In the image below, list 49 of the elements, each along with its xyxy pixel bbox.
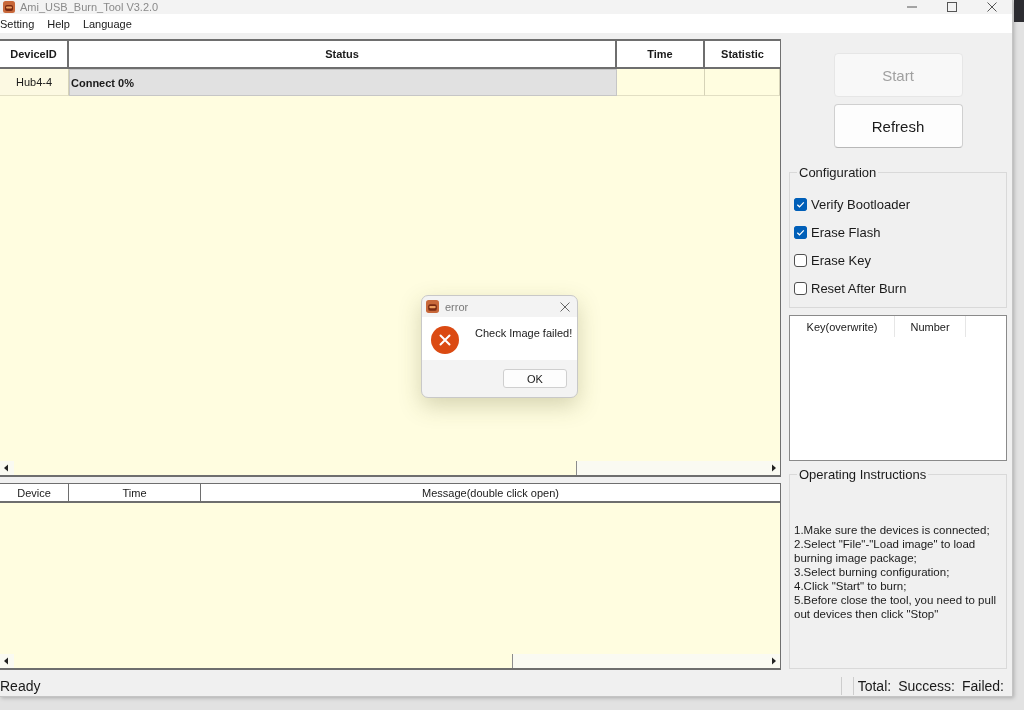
ok-button[interactable]: OK xyxy=(503,369,567,388)
table-cell: Hub4-4 xyxy=(0,69,69,96)
app-icon xyxy=(426,300,439,313)
checkbox[interactable] xyxy=(794,281,807,295)
horizontal-scrollbar[interactable] xyxy=(0,461,780,477)
column-header[interactable]: DeviceID xyxy=(0,39,69,69)
status-text: Ready xyxy=(0,677,41,694)
instruction-text: 4.Click "Start" to burn; xyxy=(794,579,908,593)
error-icon xyxy=(431,326,459,354)
column-header[interactable]: Status xyxy=(69,39,617,69)
column-header[interactable]: Message(double click open) xyxy=(201,483,780,503)
scrollbar-thumb[interactable] xyxy=(14,461,577,475)
instruction-text: 1.Make sure the devices is connected; xyxy=(794,523,991,537)
checkbox-label[interactable]: Reset After Burn xyxy=(811,280,907,296)
column-header[interactable]: Device xyxy=(0,483,69,503)
counter-label: Failed: xyxy=(961,677,1004,694)
counter-label: Total: xyxy=(857,677,892,694)
column-header[interactable]: Time xyxy=(69,483,201,503)
instruction-text: 5.Before close the tool, you need to pull out devices then click "Stop" xyxy=(794,593,998,621)
dialog-message: Check Image failed! xyxy=(475,327,573,339)
menu-item[interactable]: Language xyxy=(82,17,132,30)
column-header[interactable]: Key(overwrite) xyxy=(790,316,895,337)
scrollbar-thumb[interactable] xyxy=(14,654,513,668)
maximize-icon[interactable] xyxy=(947,2,957,12)
checkbox-label[interactable]: Erase Key xyxy=(811,252,871,268)
window-title: Ami_USB_Burn_Tool V3.2.0 xyxy=(20,0,159,14)
group-title: Configuration xyxy=(798,165,878,180)
checkbox[interactable] xyxy=(794,225,807,239)
column-header[interactable]: Statistic xyxy=(705,39,780,69)
dialog-title: error xyxy=(445,300,469,313)
action-button[interactable]: Refresh xyxy=(833,104,963,148)
column-header[interactable]: Number xyxy=(895,316,966,337)
checkbox[interactable] xyxy=(794,197,807,211)
column-header[interactable]: Time xyxy=(617,39,705,69)
group-title: Operating Instructions xyxy=(798,467,928,482)
close-icon[interactable] xyxy=(560,301,570,312)
instruction-text: 3.Select burning configuration; xyxy=(794,565,951,579)
menu-item[interactable]: Help xyxy=(47,17,70,30)
counter-label: Success: xyxy=(898,677,955,694)
horizontal-scrollbar[interactable] xyxy=(0,654,780,670)
menu-item[interactable]: Setting xyxy=(0,17,35,30)
checkbox[interactable] xyxy=(794,253,807,267)
background-window-edge xyxy=(1014,0,1024,22)
close-icon[interactable] xyxy=(987,2,997,12)
checkbox-label[interactable]: Erase Flash xyxy=(811,224,881,240)
checkbox-label[interactable]: Verify Bootloader xyxy=(811,196,910,212)
table-cell: Connect 0% xyxy=(69,69,617,96)
app-icon xyxy=(3,1,15,13)
instruction-text: 2.Select "File"-"Load image" to load burning image package; xyxy=(794,537,977,565)
